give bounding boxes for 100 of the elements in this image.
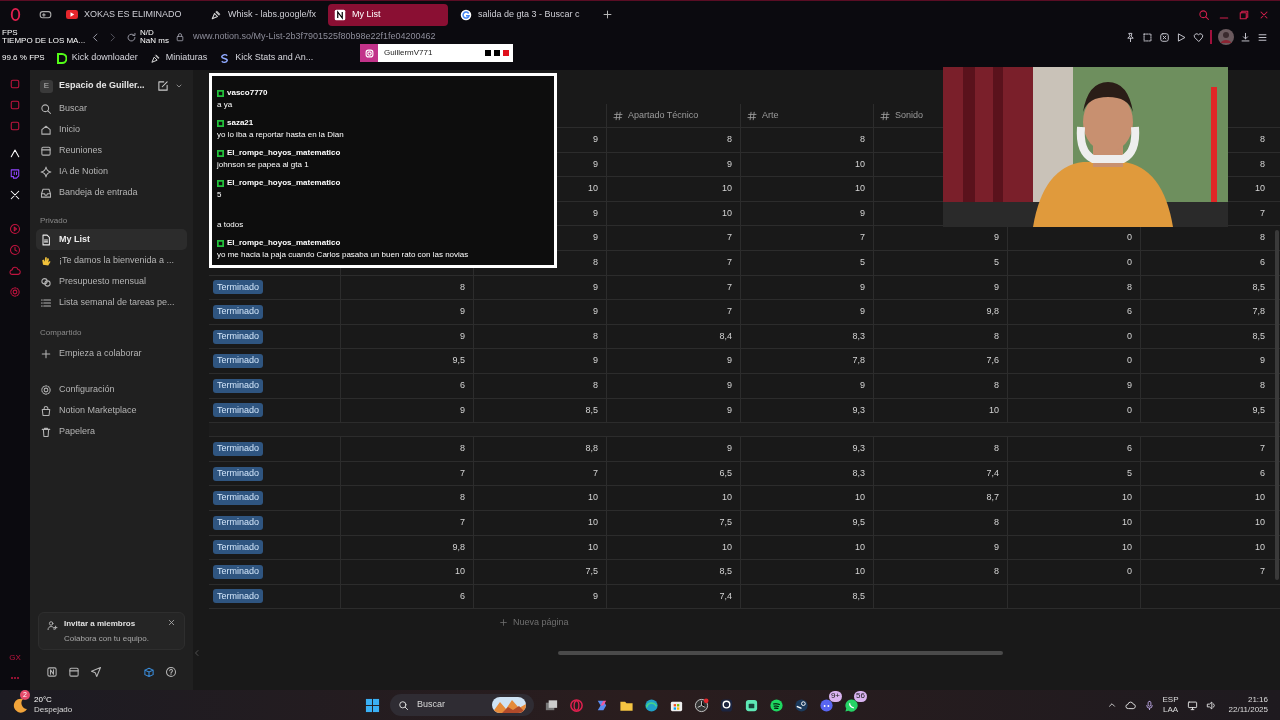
table-cell[interactable]: 7,5 [719, 515, 732, 530]
aperture-icon[interactable] [694, 697, 709, 713]
sidebar-page[interactable]: Lista semanal de tareas pe... [36, 292, 187, 313]
ring-logo-icon[interactable] [8, 7, 23, 22]
nav-item[interactable]: Configuración [36, 379, 187, 400]
table-cell[interactable]: 8,3 [852, 329, 865, 344]
monitor-icon[interactable] [1186, 699, 1198, 711]
nav-item[interactable]: Reuniones [36, 140, 187, 161]
table-cell[interactable]: 8 [994, 442, 999, 456]
workspace-name[interactable]: Espacio de Guiller... [59, 79, 145, 93]
square-icon[interactable] [9, 78, 21, 90]
bookmark[interactable]: Kick downloader [56, 51, 138, 65]
table-cell[interactable]: 7 [460, 466, 465, 481]
table-cell[interactable]: 6 [1127, 442, 1132, 456]
table-cell[interactable]: 10 [722, 182, 732, 196]
table-cell[interactable]: 10 [1255, 540, 1265, 555]
table-cell[interactable]: 8,8 [585, 442, 598, 456]
table-cell[interactable]: 7,8 [852, 354, 865, 368]
pin-icon[interactable] [1125, 31, 1136, 43]
table-cell[interactable]: 9 [593, 354, 598, 368]
table-cell[interactable]: 8,7 [986, 491, 999, 505]
reload-icon[interactable] [126, 31, 137, 43]
microphone-icon[interactable] [1143, 699, 1155, 711]
table-cell[interactable]: 9 [593, 206, 598, 221]
nav-item[interactable]: IA de Notion [36, 161, 187, 182]
app-icon[interactable] [744, 697, 759, 713]
webcam-icon[interactable] [719, 697, 734, 713]
status-tag[interactable]: Terminado [213, 515, 264, 530]
table-cell[interactable]: 7 [1260, 206, 1265, 221]
table-cell[interactable]: 10 [855, 182, 865, 196]
chevron-icon[interactable] [9, 147, 21, 159]
table-cell[interactable]: 5 [860, 256, 865, 270]
x-icon[interactable] [9, 189, 21, 201]
search-icon[interactable] [1198, 8, 1210, 21]
table-cell[interactable]: 9 [994, 231, 999, 245]
table-cell[interactable]: 8,5 [1252, 329, 1265, 344]
game-face-icon[interactable] [819, 697, 834, 713]
chevron-down-icon[interactable] [175, 82, 183, 90]
gamepad-icon[interactable] [39, 8, 52, 21]
snapshot-icon[interactable] [1142, 31, 1153, 43]
table-cell[interactable]: 9 [860, 305, 865, 319]
table-cell[interactable]: 8 [460, 491, 465, 505]
table-cell[interactable]: 9 [593, 133, 598, 147]
nav-item[interactable]: Inicio [36, 119, 187, 140]
table-cell[interactable]: 0 [1127, 256, 1132, 270]
status-tag[interactable]: Terminado [213, 466, 264, 481]
table-cell[interactable]: 10 [588, 540, 598, 555]
table-cell[interactable]: 8 [994, 379, 999, 393]
table-cell[interactable]: 9 [1127, 379, 1132, 393]
search-field[interactable]: Buscar [390, 694, 534, 716]
column-header[interactable]: Arte [762, 108, 779, 123]
table-cell[interactable]: 8,5 [719, 565, 732, 579]
table-cell[interactable]: 10 [1122, 540, 1132, 555]
status-tag[interactable]: Terminado [213, 329, 264, 344]
column-header[interactable]: Apartado Técnico [628, 108, 699, 123]
table-cell[interactable]: 7 [460, 515, 465, 530]
table-cell[interactable]: 10 [855, 565, 865, 579]
table-cell[interactable]: 8 [1260, 157, 1265, 172]
scrollbar-thumb[interactable] [558, 651, 1003, 656]
table-cell[interactable]: 7 [1260, 565, 1265, 579]
sound-waves-icon[interactable] [769, 697, 784, 713]
table-cell[interactable]: 5 [1127, 466, 1132, 481]
square-icon[interactable] [9, 120, 21, 132]
browser-tab[interactable]: Whisk - labs.google/fx [204, 3, 322, 26]
table-cell[interactable]: 5 [994, 256, 999, 270]
column-header[interactable]: Sonido [895, 108, 924, 123]
browser-tab[interactable]: XOKAS ES ELIMINADO [60, 3, 198, 26]
browser-tab[interactable]: My List [328, 3, 448, 26]
table-cell[interactable]: 10 [1255, 515, 1265, 530]
status-tag[interactable]: Terminado [213, 304, 264, 319]
status-tag[interactable]: Terminado [213, 354, 264, 369]
weather-condition[interactable]: Despejado [34, 705, 73, 715]
table-cell[interactable]: 8 [593, 256, 598, 270]
nav-item[interactable]: Papelera [36, 421, 187, 442]
task-view-icon[interactable] [544, 697, 559, 713]
table-cell[interactable]: 8 [593, 329, 598, 344]
table-cell[interactable]: 10 [722, 540, 732, 555]
table-cell[interactable]: 6 [1127, 305, 1132, 319]
play-icon[interactable] [1176, 31, 1187, 43]
status-tag[interactable]: Terminado [213, 441, 264, 456]
table-cell[interactable]: 9 [1260, 354, 1265, 368]
bookmark[interactable]: Kick Stats and An... [219, 51, 314, 65]
table-cell[interactable]: 9 [593, 589, 598, 604]
table-cell[interactable]: 9 [727, 157, 732, 172]
table-cell[interactable]: 10 [1122, 515, 1132, 530]
windows-logo-icon[interactable] [365, 697, 380, 713]
status-tag[interactable]: Terminado [213, 540, 264, 555]
table-cell[interactable]: 8 [1260, 231, 1265, 245]
avatar[interactable] [1218, 29, 1234, 45]
table-cell[interactable]: 7 [727, 305, 732, 319]
table-cell[interactable]: 8 [460, 442, 465, 456]
table-cell[interactable]: 9 [994, 540, 999, 555]
settings-icon[interactable] [9, 286, 21, 298]
table-cell[interactable]: 0 [1127, 231, 1132, 245]
clock[interactable]: 21:16 22/11/2025 [1228, 695, 1268, 715]
heart-icon[interactable] [1193, 31, 1204, 43]
table-cell[interactable]: 7 [727, 231, 732, 245]
chat-bubble-icon[interactable] [9, 168, 21, 180]
address-field[interactable]: www.notion.so/My-List-2b3f7901525f80b98e22f1fe04200462 [192, 30, 436, 44]
bookmark[interactable]: Miniaturas [149, 51, 208, 65]
